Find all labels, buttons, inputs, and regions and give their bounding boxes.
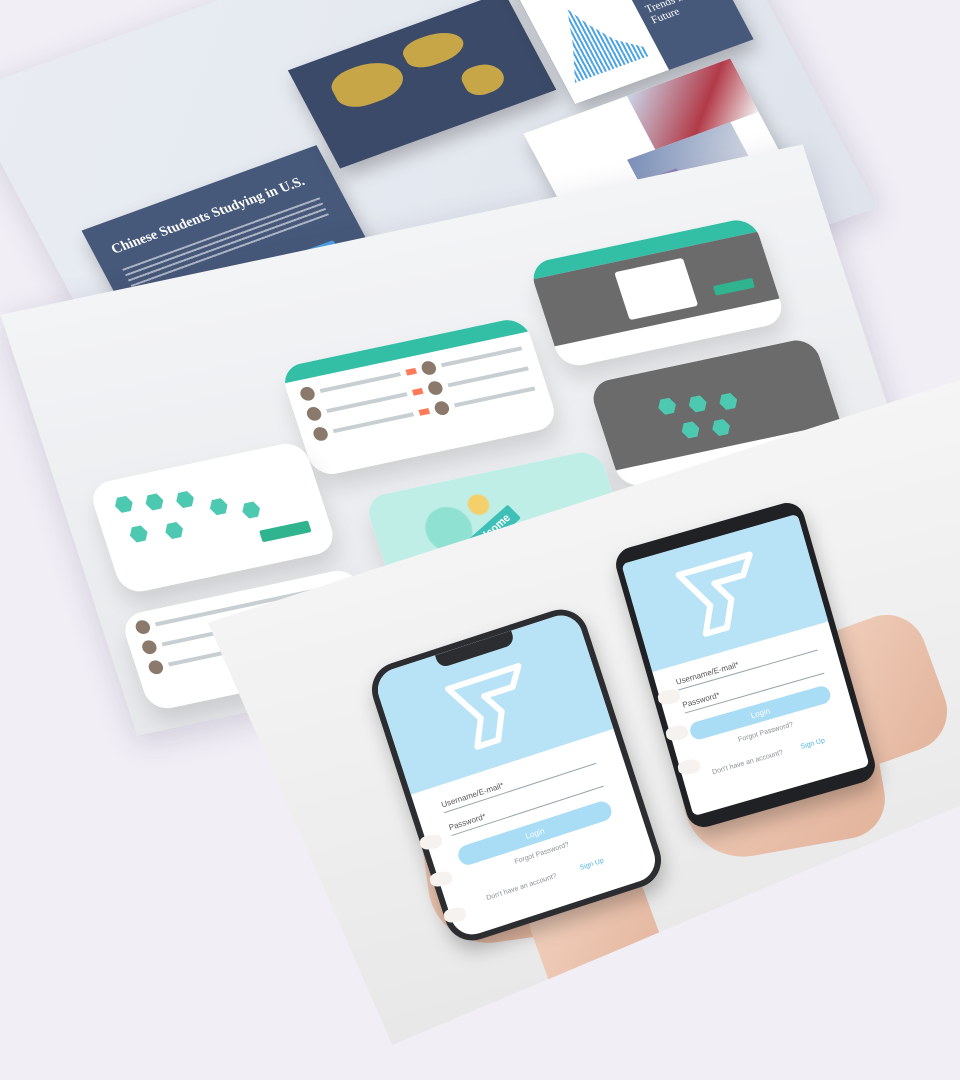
no-account-text: Don't have an account?	[485, 872, 558, 903]
dialog-phone	[527, 216, 788, 370]
no-account-text-2: Don't have an account?	[711, 749, 784, 777]
iphone-screen: Username/E-mail* Password* Login Forgot …	[372, 609, 661, 941]
android-frame: Username/E-mail* Password* Login Forgot …	[611, 498, 880, 832]
signup-link-2[interactable]: Sign Up	[800, 737, 826, 751]
signup-link[interactable]: Sign Up	[579, 857, 605, 871]
android-screen: Username/E-mail* Password* Login Forgot …	[621, 513, 870, 817]
username-label-2: Username/E-mail*	[674, 660, 740, 687]
hex-game-phone	[87, 439, 339, 596]
trends-title: Trends in the Future	[643, 0, 704, 27]
map-slide	[287, 0, 557, 169]
list-phone	[279, 316, 560, 479]
